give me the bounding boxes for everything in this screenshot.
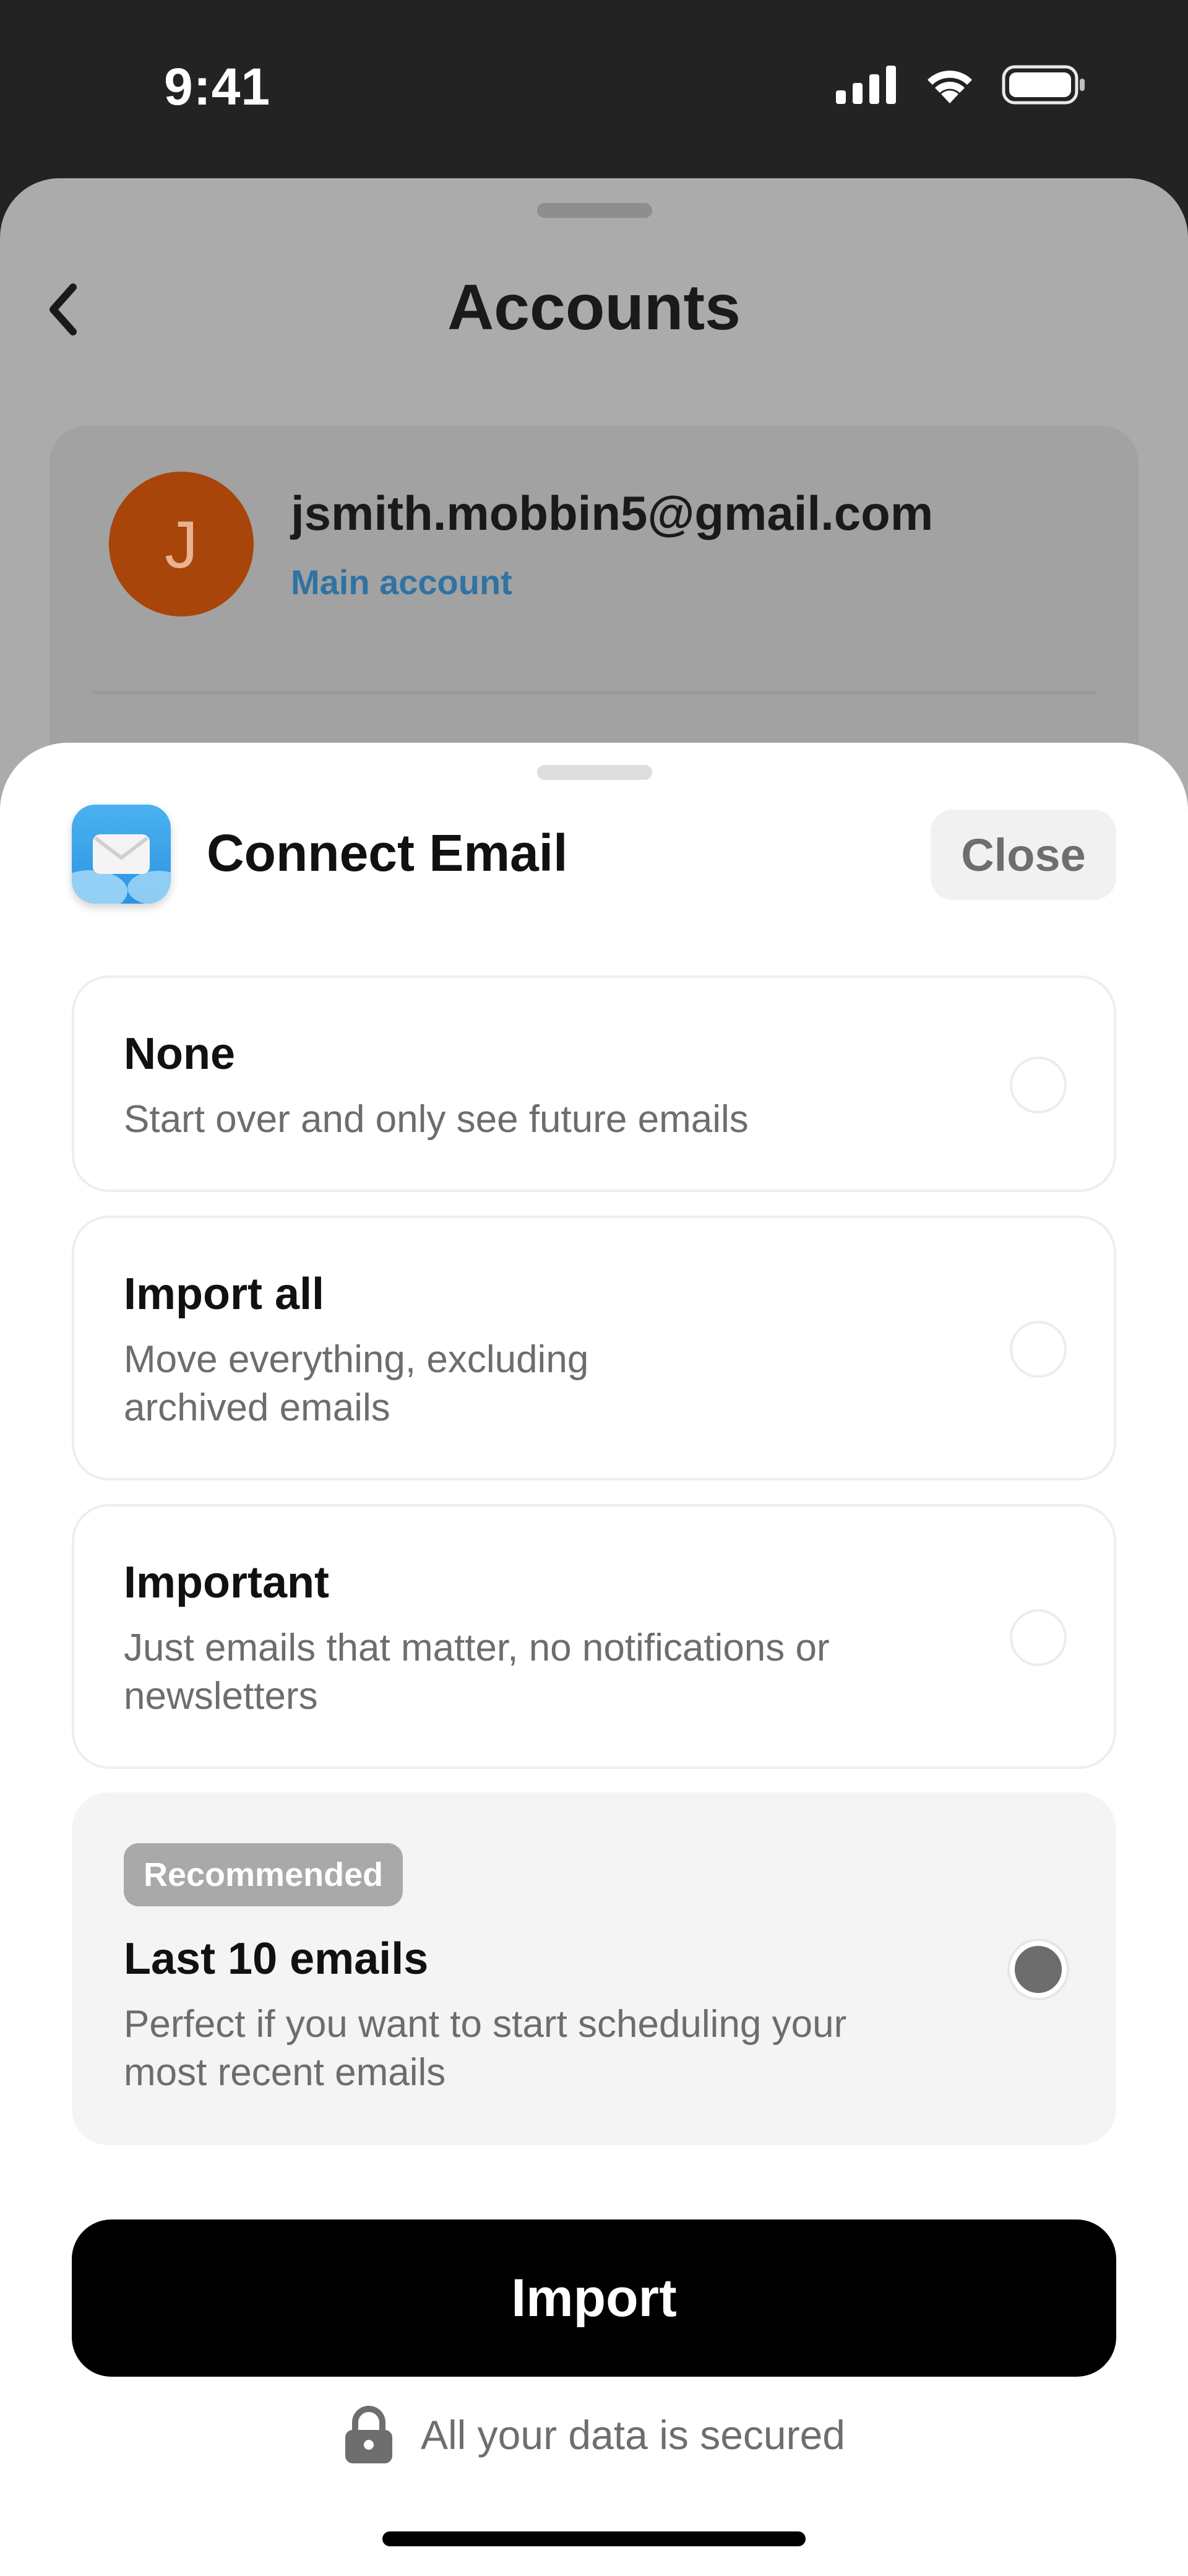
option-none[interactable]: None Start over and only see future emai… (72, 975, 1116, 1192)
radio-button[interactable] (1010, 1609, 1067, 1666)
account-email: jsmith.mobbin5@gmail.com (291, 486, 934, 540)
avatar: J (109, 472, 254, 616)
option-description: Perfect if you want to start scheduling … (124, 2003, 847, 2094)
lock-icon (345, 2406, 392, 2463)
option-important[interactable]: Important Just emails that matter, no no… (72, 1504, 1116, 1769)
status-icons (836, 65, 1086, 105)
home-indicator (382, 2531, 806, 2546)
recommended-badge: Recommended (124, 1843, 403, 1906)
background-grabber (537, 203, 652, 218)
sheet-grabber[interactable] (537, 765, 652, 780)
divider (93, 691, 1095, 694)
status-bar: 9:41 (0, 0, 1188, 179)
option-title: Import all (124, 1269, 325, 1319)
option-title: Last 10 emails (124, 1934, 429, 1984)
option-last-10-emails[interactable]: Recommended Last 10 emails Perfect if yo… (72, 1792, 1116, 2145)
radio-button[interactable] (1010, 1321, 1067, 1378)
option-import-all[interactable]: Import all Move everything, excluding ar… (72, 1216, 1116, 1480)
security-note: All your data is secured (0, 2405, 1188, 2465)
battery-icon (1002, 65, 1085, 105)
close-button[interactable]: Close (931, 810, 1116, 900)
signal-icon (836, 66, 896, 104)
radio-button[interactable] (1010, 1057, 1067, 1113)
main-account-label: Main account (291, 563, 512, 602)
option-description: Start over and only see future emails (124, 1098, 749, 1141)
secure-text: All your data is secured (420, 2412, 845, 2458)
radio-button-selected[interactable] (1010, 1941, 1067, 1998)
wifi-icon (928, 71, 972, 103)
option-description: Move everything, excluding archived emai… (124, 1338, 589, 1429)
import-button[interactable]: Import (72, 2219, 1116, 2377)
mail-app-icon (72, 805, 171, 904)
status-time: 9:41 (164, 58, 271, 116)
sheet-title: Connect Email (207, 824, 568, 882)
option-title: None (124, 1029, 235, 1079)
option-title: Important (124, 1558, 329, 1607)
option-description: Just emails that matter, no notification… (124, 1627, 830, 1718)
accounts-title: Accounts (447, 272, 741, 344)
